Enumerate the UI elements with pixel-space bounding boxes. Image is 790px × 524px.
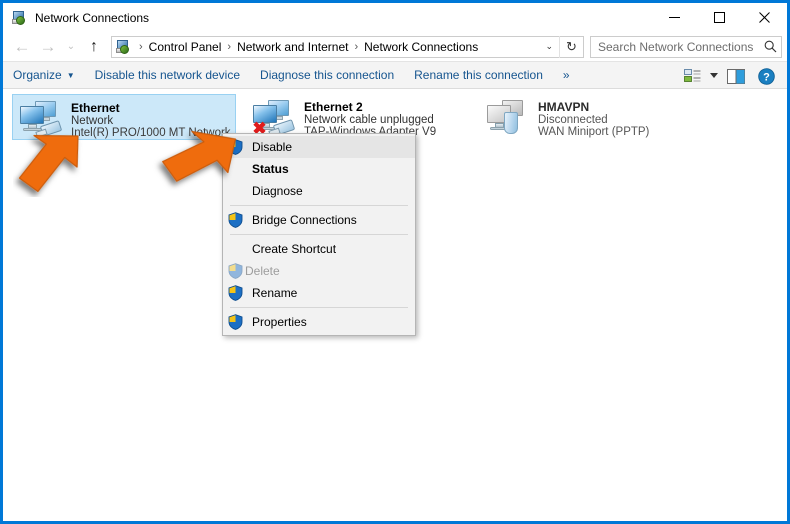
breadcrumb-item-0[interactable]: Control Panel — [147, 40, 224, 54]
breadcrumb-separator-1: › — [223, 41, 235, 53]
menu-item-disable[interactable]: Disable — [223, 136, 415, 158]
callout-arrow-right — [149, 129, 241, 191]
toolbar-overflow-button[interactable]: » — [553, 62, 580, 88]
search-box[interactable] — [590, 36, 782, 58]
menu-item-label: Bridge Connections — [250, 213, 357, 227]
navigation-bar: ← → ⌄ ↑ › Control Panel › Network and In… — [3, 32, 787, 61]
toolbar-overflow-label: » — [563, 68, 570, 82]
connections-list: Ethernet Network Intel(R) PRO/1000 MT Ne… — [3, 89, 787, 523]
menu-item-label: Disable — [250, 140, 292, 154]
window-controls — [652, 3, 787, 32]
refresh-icon: ↻ — [566, 39, 577, 55]
menu-item-delete: Delete — [223, 260, 415, 282]
back-button[interactable]: ← — [9, 35, 35, 59]
connection-name: HMAVPN — [538, 100, 649, 114]
breadcrumb-separator-2: › — [350, 41, 362, 53]
callout-arrow-left — [13, 133, 87, 197]
chevron-down-icon: ⌄ — [67, 42, 75, 52]
up-button[interactable]: ↑ — [81, 35, 107, 59]
menu-item-label: Rename — [250, 286, 297, 300]
menu-item-label: Delete — [243, 264, 280, 278]
menu-item-label: Create Shortcut — [250, 242, 336, 256]
menu-separator — [230, 234, 408, 235]
connection-name: Ethernet — [71, 101, 231, 115]
diagnose-connection-button[interactable]: Diagnose this connection — [250, 62, 404, 88]
explorer-window: Network Connections ← → ⌄ ↑ — [0, 0, 790, 524]
toolbar-right-group: ? — [677, 62, 781, 90]
shield-icon — [228, 212, 250, 228]
connection-item-hmavpn[interactable]: HMAVPN Disconnected WAN Miniport (PPTP) — [480, 94, 704, 140]
shield-icon — [228, 263, 243, 279]
view-dropdown-icon[interactable] — [707, 63, 721, 89]
vpn-adapter-icon — [484, 98, 532, 140]
menu-icon-placeholder — [228, 241, 250, 257]
menu-item-bridge-connections[interactable]: Bridge Connections — [223, 209, 415, 231]
menu-item-label: Properties — [250, 315, 307, 329]
context-menu: Disable Status Diagnose Br — [222, 133, 416, 336]
connection-adapter: WAN Miniport (PPTP) — [538, 126, 649, 138]
menu-item-status[interactable]: Status — [223, 158, 415, 180]
forward-button[interactable]: → — [35, 35, 61, 59]
preview-pane-icon[interactable] — [721, 63, 751, 89]
organize-button[interactable]: Organize ▼ — [3, 62, 85, 88]
diagnose-connection-label: Diagnose this connection — [260, 68, 394, 82]
recent-locations-button[interactable]: ⌄ — [61, 35, 81, 59]
address-bar[interactable]: › Control Panel › Network and Internet ›… — [111, 36, 584, 58]
disable-network-device-label: Disable this network device — [95, 68, 240, 82]
back-arrow-icon: ← — [14, 38, 31, 55]
breadcrumb-item-1[interactable]: Network and Internet — [235, 40, 350, 54]
rename-connection-label: Rename this connection — [414, 68, 543, 82]
maximize-button[interactable] — [697, 3, 742, 32]
forward-arrow-icon: → — [40, 38, 57, 55]
menu-separator — [230, 307, 408, 308]
breadcrumb-separator-0: › — [135, 41, 147, 53]
up-arrow-icon: ↑ — [90, 39, 98, 55]
minimize-button[interactable] — [652, 3, 697, 32]
rename-connection-button[interactable]: Rename this connection — [404, 62, 553, 88]
connection-name: Ethernet 2 — [304, 100, 436, 114]
title-bar: Network Connections — [3, 3, 787, 32]
breadcrumb: › Control Panel › Network and Internet ›… — [135, 40, 539, 54]
svg-text:?: ? — [763, 71, 770, 83]
menu-item-rename[interactable]: Rename — [223, 282, 415, 304]
control-panel-icon — [116, 39, 132, 55]
menu-item-label: Status — [250, 162, 289, 176]
chevron-down-icon: ▼ — [67, 71, 75, 80]
menu-item-diagnose[interactable]: Diagnose — [223, 180, 415, 202]
menu-item-create-shortcut[interactable]: Create Shortcut — [223, 238, 415, 260]
search-input[interactable] — [591, 40, 759, 54]
address-dropdown-icon[interactable]: ⌄ — [539, 41, 559, 52]
network-connections-icon — [12, 10, 28, 26]
shield-icon — [228, 314, 250, 330]
connection-status: Network cable unplugged — [304, 114, 436, 126]
change-view-icon[interactable] — [677, 63, 707, 89]
search-icon[interactable] — [759, 40, 781, 53]
close-button[interactable] — [742, 3, 787, 32]
organize-label: Organize — [13, 68, 62, 82]
menu-separator — [230, 205, 408, 206]
disable-network-device-button[interactable]: Disable this network device — [85, 62, 250, 88]
menu-item-properties[interactable]: Properties — [223, 311, 415, 333]
breadcrumb-item-2[interactable]: Network Connections — [362, 40, 480, 54]
shield-icon — [228, 285, 250, 301]
connection-status: Network — [71, 115, 231, 127]
menu-item-label: Diagnose — [250, 184, 303, 198]
command-toolbar: Organize ▼ Disable this network device D… — [3, 61, 787, 89]
refresh-button[interactable]: ↻ — [559, 36, 583, 58]
connection-status: Disconnected — [538, 114, 649, 126]
help-icon[interactable]: ? — [751, 63, 781, 89]
window-title: Network Connections — [35, 11, 149, 25]
